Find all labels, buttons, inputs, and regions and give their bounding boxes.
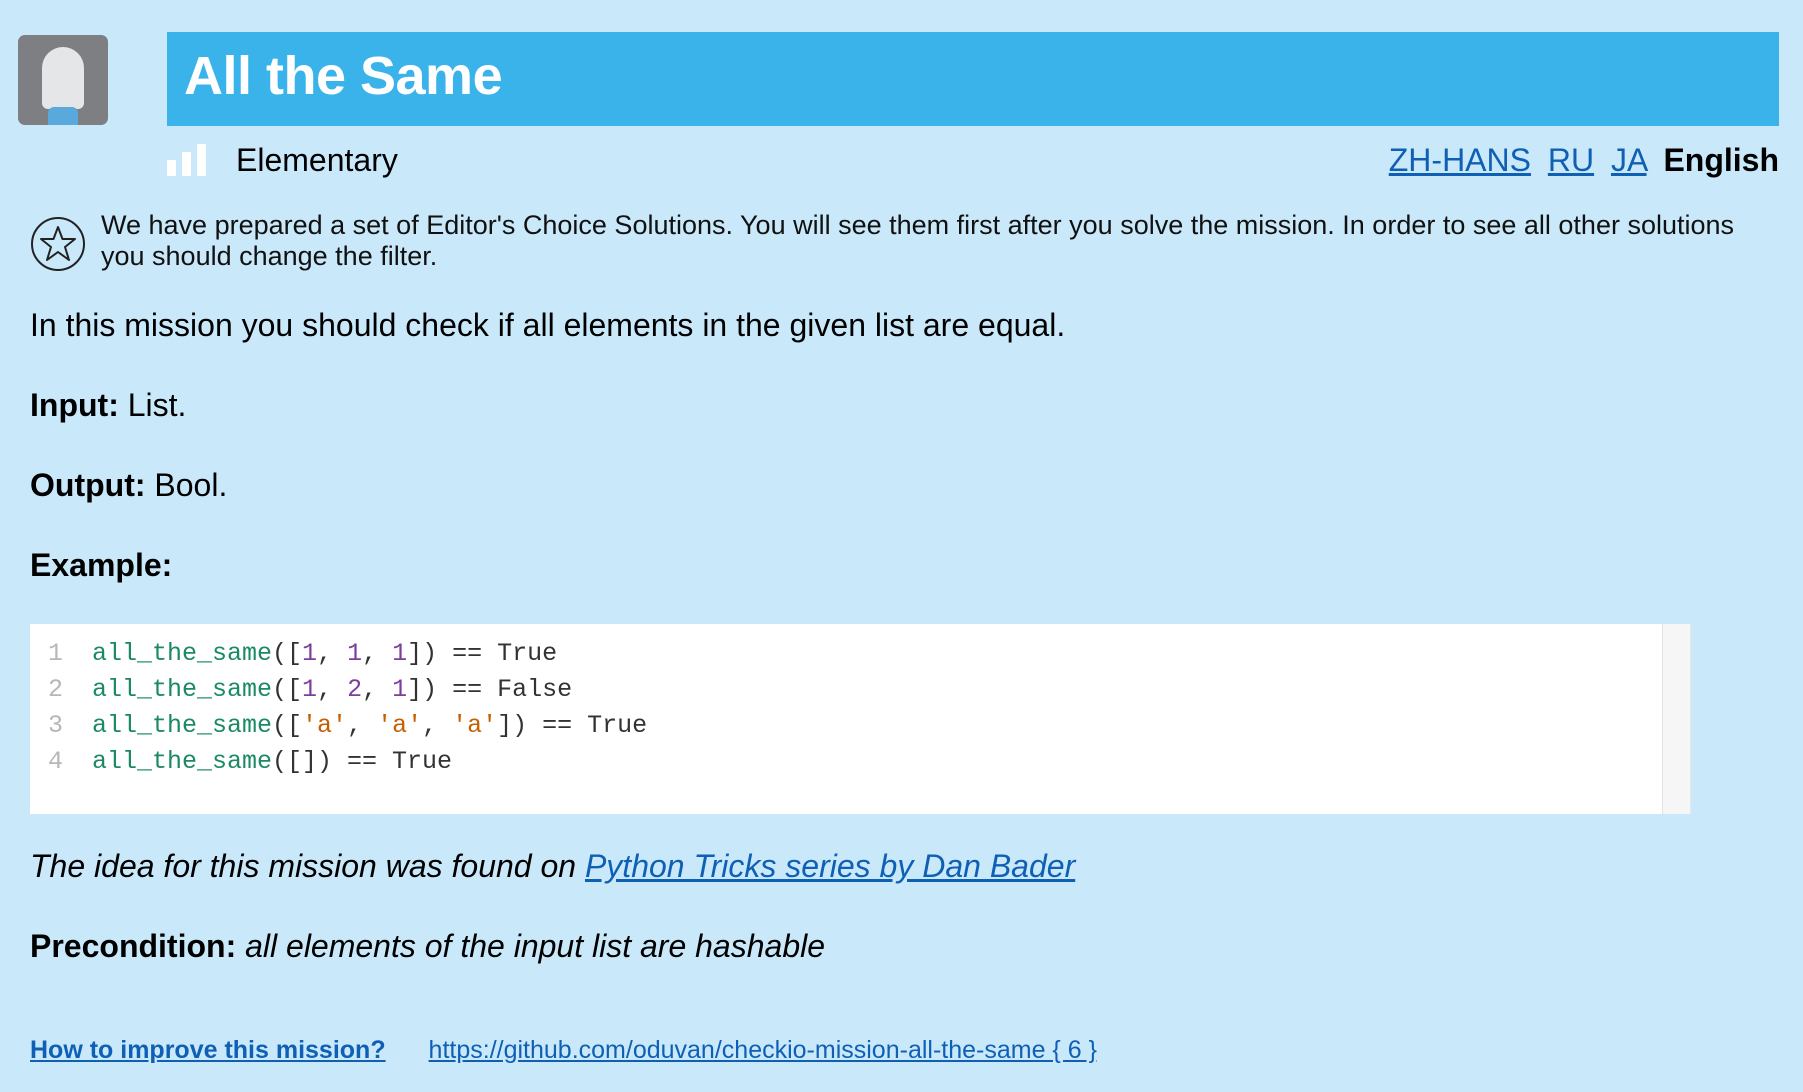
- lang-link-zh-hans[interactable]: ZH-HANS: [1389, 142, 1531, 178]
- input-value: List.: [118, 387, 187, 423]
- code-line: 2 all_the_same([1, 2, 1]) == False: [48, 672, 647, 708]
- code-scrollbar[interactable]: [1662, 624, 1690, 814]
- footer-links: How to improve this mission? https://git…: [30, 1036, 1097, 1065]
- intro-text: In this mission you should check if all …: [30, 307, 1066, 343]
- star-icon: [31, 217, 85, 271]
- notice-text: We have prepared a set of Editor's Choic…: [101, 210, 1735, 271]
- idea-credit: The idea for this mission was found on P…: [30, 848, 1075, 885]
- lang-current: English: [1663, 142, 1779, 178]
- output-spec: Output: Bool.: [30, 465, 227, 505]
- code-line: 3 all_the_same(['a', 'a', 'a']) == True: [48, 708, 647, 744]
- input-spec: Input: List.: [30, 385, 186, 425]
- difficulty-level: Elementary: [167, 141, 398, 178]
- code-line: 4 all_the_same([]) == True: [48, 744, 647, 780]
- code-line: 1 all_the_same([1, 1, 1]) == True: [48, 636, 647, 672]
- line-number: 2: [48, 675, 64, 704]
- idea-link[interactable]: Python Tricks series by Dan Bader: [585, 848, 1075, 884]
- output-label: Output:: [30, 467, 146, 503]
- precondition-value: all elements of the input list are hasha…: [245, 928, 826, 964]
- title-bar: All the Same: [167, 32, 1779, 126]
- code-example: 1 all_the_same([1, 1, 1]) == True 2 all_th…: [30, 624, 1691, 814]
- precondition-label: Precondition:: [30, 928, 237, 964]
- avatar-head-shape: [42, 47, 84, 109]
- avatar-body-shape: [48, 107, 78, 125]
- line-number: 3: [48, 711, 64, 740]
- output-value: Bool.: [145, 467, 228, 503]
- github-repo-link[interactable]: https://github.com/oduvan/checkio-missio…: [429, 1036, 1097, 1064]
- idea-text: The idea for this mission was found on: [30, 848, 585, 884]
- line-number: 1: [48, 639, 64, 668]
- example-label: Example:: [30, 547, 173, 583]
- lang-link-ru[interactable]: RU: [1548, 142, 1594, 178]
- improve-mission-link[interactable]: How to improve this mission?: [30, 1036, 386, 1064]
- language-switcher: ZH-HANS RU JA English: [1381, 142, 1779, 179]
- line-number: 4: [48, 747, 64, 776]
- input-label: Input:: [30, 387, 119, 423]
- example-heading: Example:: [30, 545, 172, 585]
- mission-avatar: [18, 35, 108, 125]
- level-label: Elementary: [236, 141, 398, 178]
- precondition: Precondition: all elements of the input …: [30, 928, 825, 965]
- editors-choice-notice: We have prepared a set of Editor's Choic…: [30, 210, 1770, 272]
- lang-link-ja[interactable]: JA: [1611, 142, 1647, 178]
- page-title: All the Same: [184, 46, 503, 106]
- level-bars-icon: [167, 144, 212, 176]
